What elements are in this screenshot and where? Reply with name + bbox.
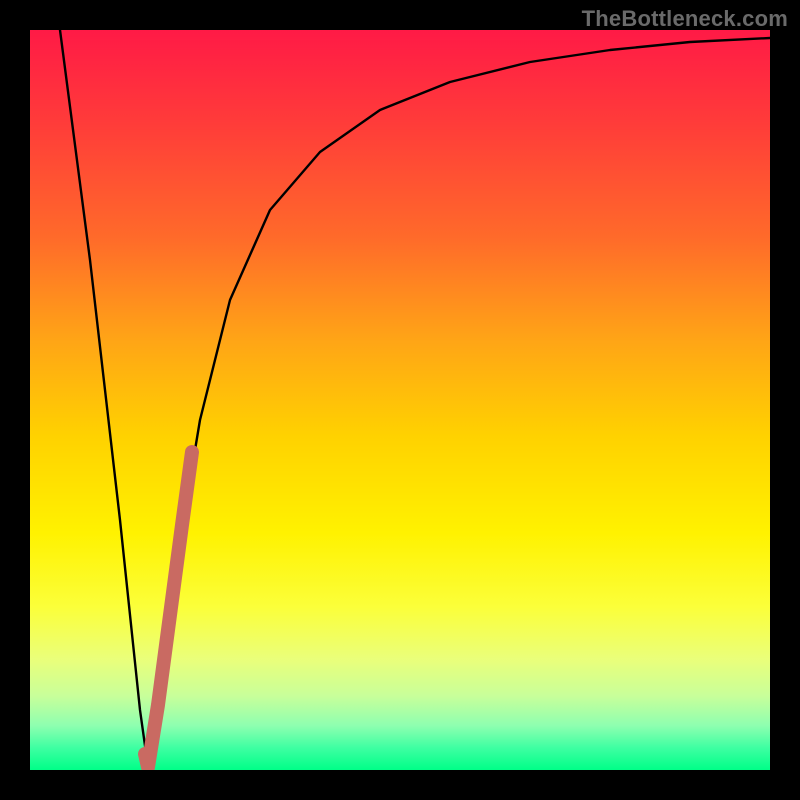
- watermark-text: TheBottleneck.com: [582, 6, 788, 32]
- chart-svg: [30, 30, 770, 770]
- plot-area: [30, 30, 770, 770]
- chart-frame: TheBottleneck.com: [0, 0, 800, 800]
- accent-segment: [145, 452, 192, 767]
